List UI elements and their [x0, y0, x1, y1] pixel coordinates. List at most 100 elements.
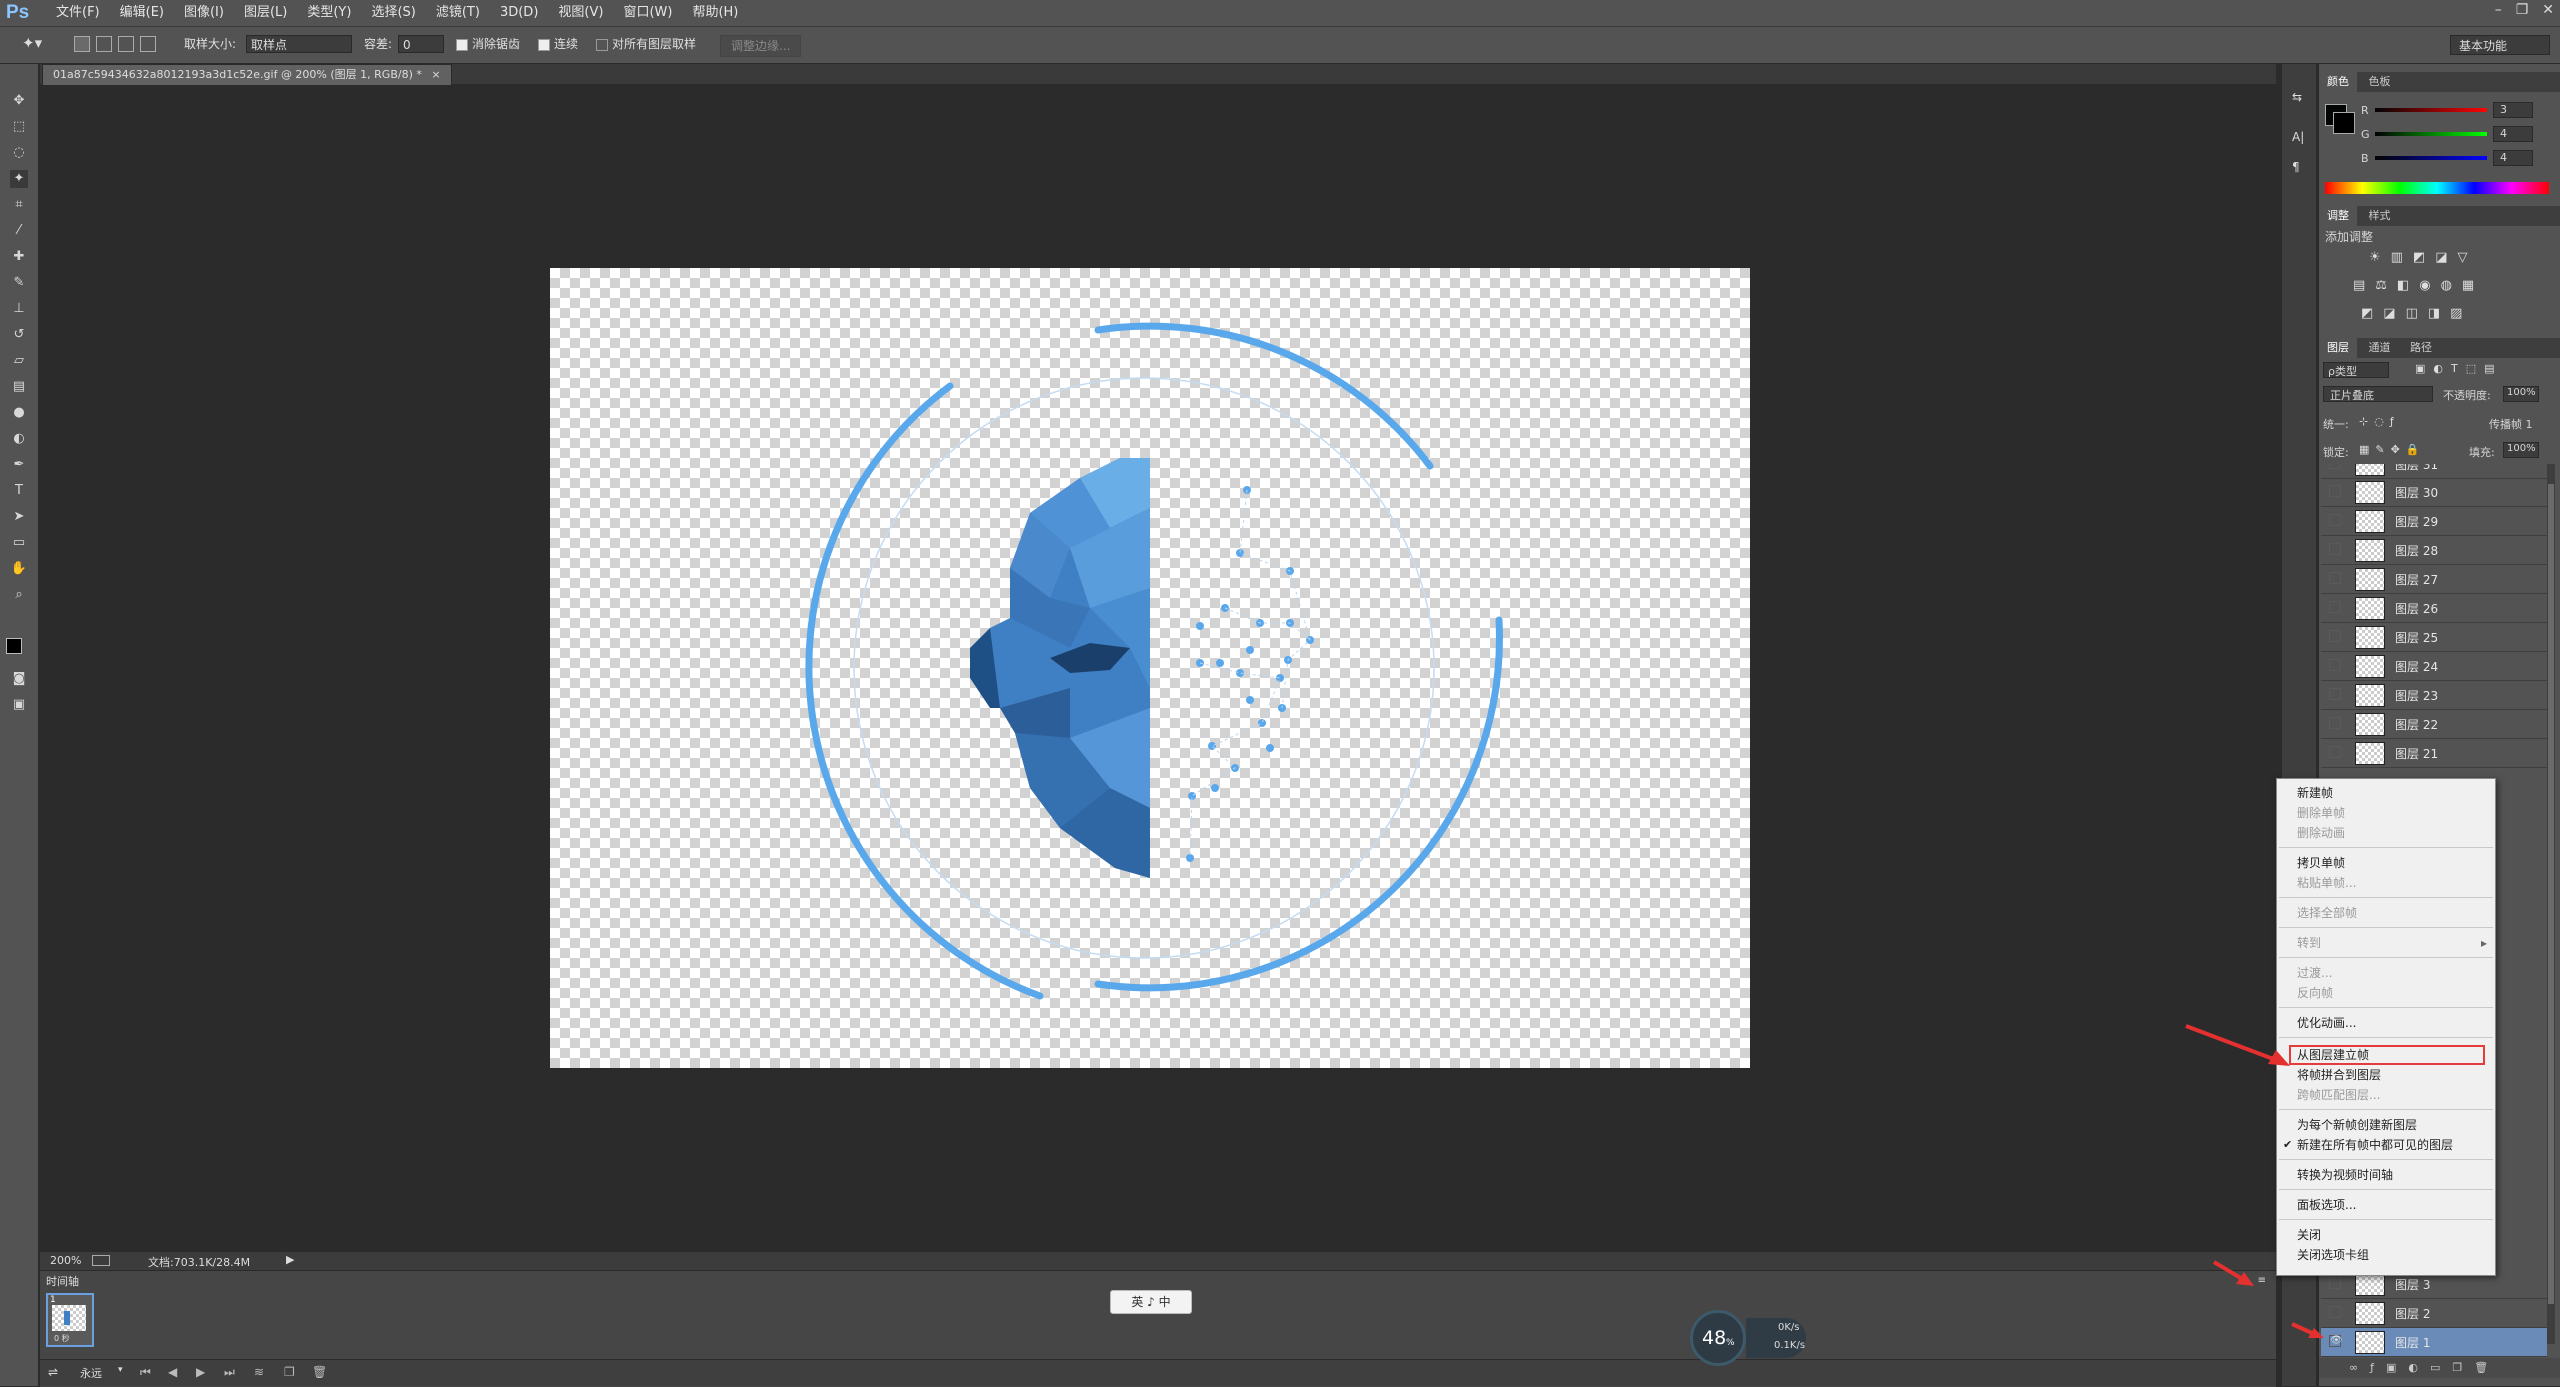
fill-input[interactable]: 100%	[2503, 442, 2539, 458]
red-value[interactable]: 3	[2493, 102, 2533, 118]
blend-mode-select[interactable]: 正片叠底	[2323, 386, 2433, 402]
paragraph-panel-icon[interactable]: ¶	[2292, 160, 2300, 174]
visibility-toggle-icon[interactable]	[2329, 659, 2341, 671]
propagate-frame-checkbox[interactable]: 传播帧 1	[2489, 416, 2533, 432]
tolerance-input[interactable]: 0	[398, 35, 444, 53]
layers-footer-icons[interactable]: ∞ƒ▣◐▭❐🗑	[2319, 1358, 2560, 1378]
menu-item-go-to[interactable]: 转到	[2297, 933, 2321, 953]
document-tab[interactable]: 01a87c59434632a8012193a3d1c52e.gif @ 200…	[42, 64, 452, 86]
sample-size-select[interactable]: 取样点	[246, 35, 352, 53]
layer-row[interactable]: 图层 25	[2321, 623, 2547, 652]
green-track[interactable]	[2375, 132, 2487, 136]
layer-row[interactable]: 图层 27	[2321, 565, 2547, 594]
frame-delay[interactable]: 0 秒	[54, 1333, 70, 1344]
dodge-tool-icon[interactable]: ◐	[10, 430, 28, 448]
visibility-toggle-icon[interactable]	[2329, 464, 2341, 469]
healing-brush-tool-icon[interactable]: ✚	[10, 248, 28, 266]
convert-timeline-icon[interactable]: ⇌	[48, 1365, 58, 1379]
workspace-select[interactable]: 基本功能	[2450, 35, 2550, 55]
character-panel-icon[interactable]: A|	[2292, 130, 2304, 144]
menu-item-panel-options[interactable]: 面板选项...	[2297, 1195, 2356, 1215]
lock-icons[interactable]: ▦✎✥🔒	[2359, 443, 2426, 456]
opacity-input[interactable]: 100%	[2503, 386, 2539, 402]
prev-frame-icon[interactable]: ◀	[168, 1365, 177, 1379]
contiguous-checkbox[interactable]: 连续	[538, 35, 578, 53]
brush-tool-icon[interactable]: ✎	[10, 274, 28, 292]
adjustment-icons-row-3[interactable]: ◩◪◫◨▨	[2361, 306, 2472, 321]
menu-help[interactable]: 帮助(H)	[682, 4, 748, 22]
menu-item-convert-to-video-timeline[interactable]: 转换为视频时间轴	[2297, 1165, 2393, 1185]
blue-slider[interactable]: B 4	[2319, 150, 2560, 172]
refine-edge-button[interactable]: 调整边缘...	[720, 35, 802, 57]
ime-toolbar[interactable]: 英 ♪ 中	[1110, 1290, 1192, 1314]
pen-tool-icon[interactable]: ✒	[10, 456, 28, 474]
tab-styles[interactable]: 样式	[2361, 206, 2399, 226]
unify-icons[interactable]: ⊹◌ƒ	[2359, 415, 2400, 428]
foreground-color-swatch[interactable]	[6, 638, 22, 654]
zoom-level[interactable]: 200%	[50, 1254, 81, 1267]
adjustment-icons-row-2[interactable]: ▤⚖◧◉◍▦	[2353, 278, 2484, 293]
move-tool-icon[interactable]: ✥	[10, 92, 28, 110]
hand-tool-icon[interactable]: ✋	[10, 560, 28, 578]
blur-tool-icon[interactable]: ●	[10, 404, 28, 422]
layer-row[interactable]: 图层 26	[2321, 594, 2547, 623]
menu-item-paste-frame[interactable]: 粘贴单帧...	[2297, 873, 2356, 893]
eyedropper-tool-icon[interactable]: ⁄	[10, 222, 28, 240]
magic-wand-tool-icon[interactable]: ✦	[10, 170, 28, 188]
loop-dropdown-icon[interactable]: ▾	[118, 1365, 123, 1375]
status-menu-arrow-icon[interactable]: ▶	[286, 1253, 294, 1266]
timeline-title[interactable]: 时间轴	[46, 1273, 79, 1289]
tab-paths[interactable]: 路径	[2402, 338, 2440, 358]
new-selection-icon[interactable]	[74, 36, 90, 52]
red-track[interactable]	[2375, 108, 2487, 112]
menu-layer[interactable]: 图层(L)	[234, 4, 297, 22]
tab-swatches[interactable]: 色板	[2361, 72, 2399, 92]
menu-item-create-new-layer-each-frame[interactable]: 为每个新帧创建新图层	[2297, 1115, 2417, 1135]
tab-color[interactable]: 颜色	[2319, 72, 2357, 92]
eye-icon[interactable]: 👁	[2329, 1335, 2343, 1347]
tween-icon[interactable]: ≋	[254, 1365, 264, 1379]
menu-item-select-all-frames[interactable]: 选择全部帧	[2297, 903, 2357, 923]
delete-frame-icon[interactable]: 🗑	[312, 1365, 327, 1379]
visibility-toggle-icon[interactable]	[2329, 543, 2341, 555]
loop-select[interactable]: 永远	[80, 1365, 102, 1381]
history-brush-tool-icon[interactable]: ↺	[10, 326, 28, 344]
visibility-toggle-icon[interactable]	[2329, 746, 2341, 758]
eraser-tool-icon[interactable]: ▱	[10, 352, 28, 370]
layer-filter-icons[interactable]: ▣◐T⬚▤	[2415, 362, 2503, 375]
menu-item-delete-frame[interactable]: 删除单帧	[2297, 803, 2345, 823]
layer-filter-select[interactable]: ρ类型	[2323, 362, 2389, 378]
menu-item-match-layer-across-frames[interactable]: 跨帧匹配图层...	[2297, 1085, 2380, 1105]
first-frame-icon[interactable]: ⏮	[140, 1365, 151, 1380]
lasso-tool-icon[interactable]: ◌	[10, 144, 28, 162]
menu-item-delete-animation[interactable]: 删除动画	[2297, 823, 2345, 843]
blue-track[interactable]	[2375, 156, 2487, 160]
green-value[interactable]: 4	[2493, 126, 2533, 142]
layer-row[interactable]: 图层 28	[2321, 536, 2547, 565]
layer-row[interactable]: 图层 30	[2321, 478, 2547, 507]
visibility-toggle-icon[interactable]	[2329, 485, 2341, 497]
red-slider[interactable]: R 3	[2319, 102, 2560, 124]
menu-item-flatten-frames-into-layers[interactable]: 将帧拼合到图层	[2297, 1065, 2381, 1085]
scrollbar-thumb[interactable]	[2548, 484, 2554, 1304]
magic-wand-preset-icon[interactable]: ✦▾	[22, 34, 42, 52]
minimize-button[interactable]: –	[2495, 2, 2502, 18]
gradient-tool-icon[interactable]: ▤	[10, 378, 28, 396]
layer-row[interactable]: 图层 22	[2321, 710, 2547, 739]
menu-item-new-layers-visible-all-frames[interactable]: 新建在所有帧中都可见的图层	[2297, 1135, 2453, 1155]
menu-file[interactable]: 文件(F)	[46, 4, 110, 22]
adjustment-icons-row-1[interactable]: ☀▥◩◪▽	[2369, 250, 2478, 265]
document-canvas[interactable]	[550, 268, 1750, 1068]
play-icon[interactable]: ▶	[196, 1365, 205, 1379]
duplicate-frame-icon[interactable]: ❐	[284, 1365, 295, 1379]
blue-value[interactable]: 4	[2493, 150, 2533, 166]
layer-row[interactable]: 图层 23	[2321, 681, 2547, 710]
menu-item-close-tab-group[interactable]: 关闭选项卡组	[2297, 1245, 2369, 1265]
zoom-tool-icon[interactable]: ⌕	[10, 586, 28, 604]
visibility-toggle-icon[interactable]	[2329, 1277, 2341, 1289]
tab-channels[interactable]: 通道	[2361, 338, 2399, 358]
status-icon[interactable]	[92, 1255, 110, 1266]
menu-item-reverse-frames[interactable]: 反向帧	[2297, 983, 2333, 1003]
menu-image[interactable]: 图像(I)	[174, 4, 234, 22]
menu-3d[interactable]: 3D(D)	[490, 4, 548, 22]
